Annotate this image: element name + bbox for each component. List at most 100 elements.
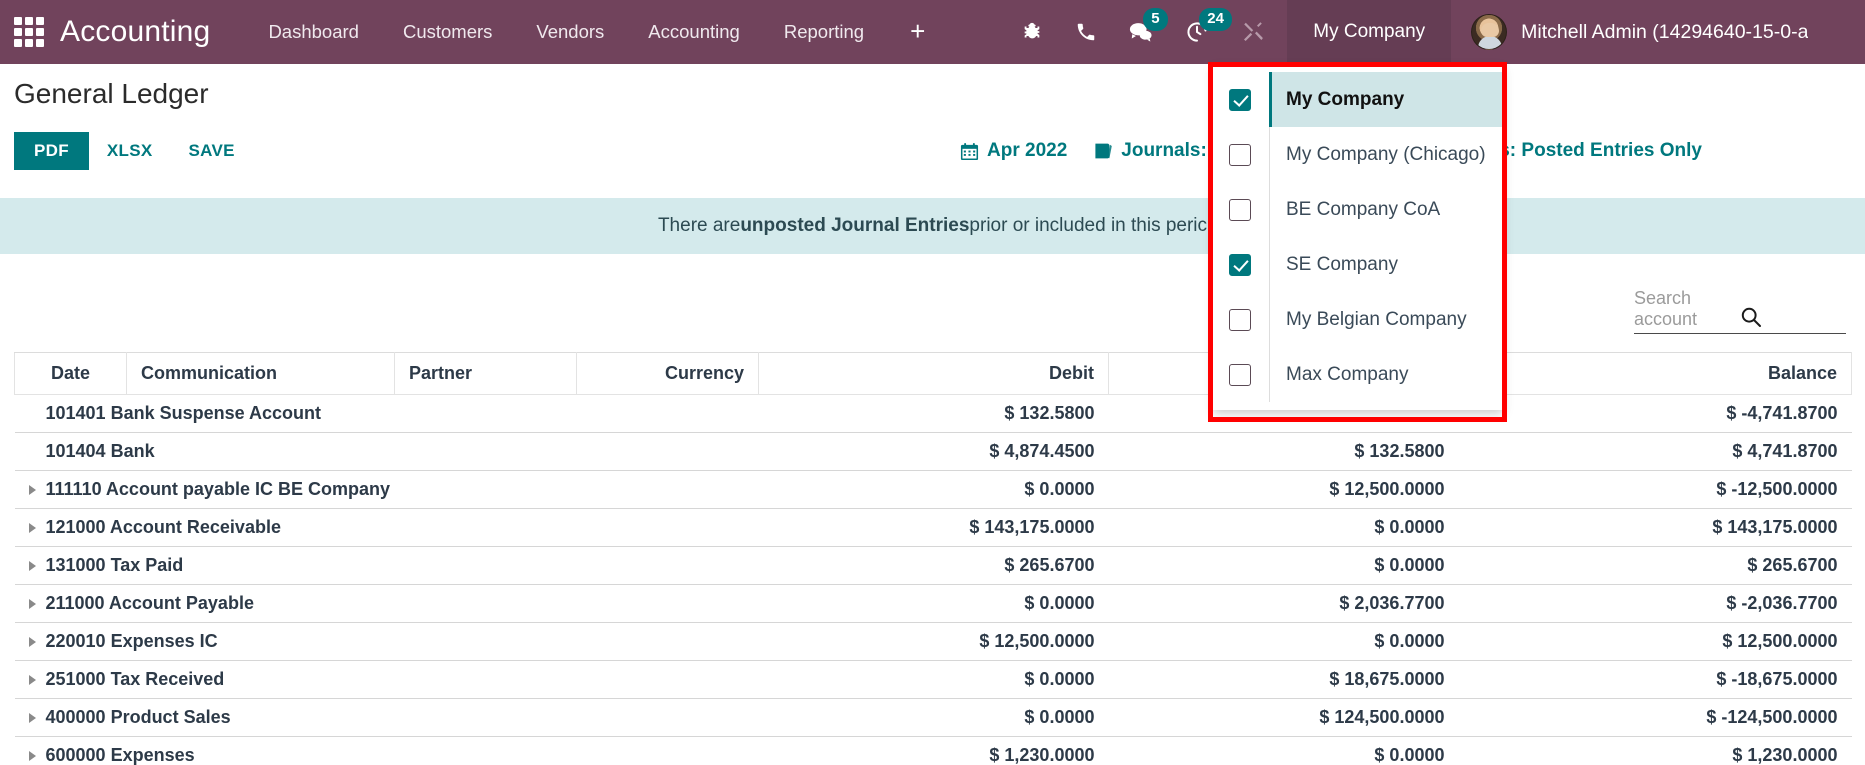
table-row[interactable]: 220010 Expenses IC $ 12,500.0000 $ 0.0000 $… (14, 622, 1852, 661)
pdf-button[interactable]: PDF (14, 132, 89, 170)
column-header-date[interactable]: Date (14, 352, 127, 395)
column-header-debit[interactable]: Debit (758, 352, 1109, 395)
table-row[interactable]: 101401 Bank Suspense Account $ 132.5800 $ … (14, 394, 1852, 433)
table-row[interactable]: 251000 Tax Received $ 0.0000 $ 18,675.0000… (14, 660, 1852, 699)
company-checkbox[interactable] (1229, 253, 1251, 276)
company-dropdown-item[interactable]: My Belgian Company (1213, 292, 1503, 347)
expand-caret-icon[interactable] (28, 712, 36, 723)
row-account-cell[interactable]: 121000 Account Receivable (14, 508, 759, 547)
company-dropdown-item[interactable]: SE Company (1213, 237, 1503, 292)
bug-icon[interactable] (1005, 0, 1059, 64)
column-header-balance[interactable]: Balance (1458, 352, 1852, 395)
banner-prefix: There are (657, 215, 741, 236)
row-credit-cell: $ 2,036.7700 (1108, 584, 1459, 623)
row-debit-cell: $ 12,500.0000 (758, 622, 1109, 661)
row-account-cell[interactable]: 111110 Account payable IC BE Company (14, 470, 759, 509)
row-debit-cell: $ 4,874.4500 (758, 432, 1109, 471)
search-account-box[interactable]: Search account (1634, 288, 1846, 334)
expand-caret-icon[interactable] (28, 522, 36, 533)
user-menu[interactable]: Mitchell Admin (14294640-15-0-a (1451, 0, 1808, 64)
table-row[interactable]: 111110 Account payable IC BE Company $ 0.… (14, 470, 1852, 509)
messages-badge: 5 (1143, 8, 1168, 31)
row-account-cell[interactable]: 400000 Product Sales (14, 698, 759, 737)
company-dropdown-item[interactable]: Max Company (1213, 347, 1503, 402)
company-checkbox[interactable] (1229, 308, 1251, 331)
nav-item-accounting[interactable]: Accounting (626, 0, 762, 64)
app-brand-title[interactable]: Accounting (60, 15, 210, 49)
expand-caret-icon[interactable] (28, 560, 36, 571)
row-account-cell[interactable]: 131000 Tax Paid (14, 546, 759, 585)
date-filter[interactable]: Apr 2022 (960, 140, 1067, 162)
book-icon (1093, 142, 1113, 160)
company-dropdown-item[interactable]: BE Company CoA (1213, 182, 1503, 237)
company-name-label[interactable]: My Company (Chicago) (1269, 127, 1503, 182)
row-balance-cell: $ 143,175.0000 (1458, 508, 1852, 547)
table-row[interactable]: 400000 Product Sales $ 0.0000 $ 124,500.00… (14, 698, 1852, 737)
row-debit-cell: $ 0.0000 (758, 698, 1109, 737)
row-credit-cell: $ 0.0000 (1108, 736, 1459, 765)
page-title: General Ledger (14, 78, 209, 109)
row-credit-cell: $ 0.0000 (1108, 546, 1459, 585)
row-credit-cell: $ 18,675.0000 (1108, 660, 1459, 699)
expand-caret-icon[interactable] (28, 674, 36, 685)
search-input[interactable]: Search account (1634, 288, 1740, 330)
company-name-label[interactable]: Max Company (1269, 347, 1503, 402)
company-dropdown-item[interactable]: My Company (Chicago) (1213, 127, 1503, 182)
phone-icon[interactable] (1059, 0, 1113, 64)
save-button[interactable]: SAVE (171, 132, 253, 170)
row-account-cell[interactable]: 101404 Bank (14, 432, 759, 471)
column-header-partner[interactable]: Partner (394, 352, 577, 395)
banner-suffix: prior or included in this peric (969, 215, 1208, 236)
row-balance-cell: $ -4,741.8700 (1458, 394, 1852, 433)
column-header-communication[interactable]: Communication (126, 352, 395, 395)
row-account-cell[interactable]: 600000 Expenses (14, 736, 759, 765)
table-row[interactable]: 211000 Account Payable $ 0.0000 $ 2,036.77… (14, 584, 1852, 623)
row-debit-cell: $ 132.5800 (758, 394, 1109, 433)
table-row[interactable]: 600000 Expenses $ 1,230.0000 $ 0.0000 $ 1,2… (14, 736, 1852, 765)
row-account-cell[interactable]: 220010 Expenses IC (14, 622, 759, 661)
row-balance-cell: $ -124,500.0000 (1458, 698, 1852, 737)
messages-icon[interactable]: 5 (1113, 0, 1169, 64)
company-name-label[interactable]: BE Company CoA (1269, 182, 1503, 237)
nav-item-customers[interactable]: Customers (381, 0, 514, 64)
search-icon[interactable] (1740, 306, 1846, 330)
company-checkbox[interactable] (1229, 198, 1251, 221)
expand-caret-icon[interactable] (28, 598, 36, 609)
company-name-label[interactable]: SE Company (1269, 237, 1503, 292)
company-switcher-dropdown[interactable]: My Company My Company (Chicago) BE Company… (1213, 66, 1503, 410)
journals-filter[interactable]: Journals: (1093, 140, 1207, 162)
column-header-currency[interactable]: Currency (576, 352, 759, 395)
account-label: 400000 Product Sales (45, 707, 231, 727)
company-checkbox[interactable] (1229, 88, 1251, 111)
row-account-cell[interactable]: 101401 Bank Suspense Account (14, 394, 759, 433)
apps-grid-icon[interactable] (14, 17, 44, 47)
company-name-label[interactable]: My Company (1269, 72, 1503, 127)
add-new-button[interactable]: + (886, 0, 949, 64)
company-name-label[interactable]: My Belgian Company (1269, 292, 1503, 347)
company-checkbox[interactable] (1229, 363, 1251, 386)
table-row[interactable]: 121000 Account Receivable $ 143,175.0000 $… (14, 508, 1852, 547)
table-row[interactable]: 131000 Tax Paid $ 265.6700 $ 0.0000 $ 265.6… (14, 546, 1852, 585)
expand-caret-icon[interactable] (28, 636, 36, 647)
row-account-cell[interactable]: 211000 Account Payable (14, 584, 759, 623)
banner-highlight[interactable]: unposted Journal Entries (740, 215, 969, 237)
xlsx-button[interactable]: XLSX (89, 132, 171, 170)
nav-item-vendors[interactable]: Vendors (514, 0, 626, 64)
row-debit-cell: $ 0.0000 (758, 660, 1109, 699)
expand-caret-icon[interactable] (28, 750, 36, 761)
nav-item-reporting[interactable]: Reporting (762, 0, 886, 64)
account-label: 220010 Expenses IC (45, 631, 218, 651)
row-credit-cell: $ 0.0000 (1108, 622, 1459, 661)
row-debit-cell: $ 1,230.0000 (758, 736, 1109, 765)
row-credit-cell: $ 124,500.0000 (1108, 698, 1459, 737)
nav-item-dashboard[interactable]: Dashboard (246, 0, 381, 64)
company-switcher-button[interactable]: My Company (1287, 0, 1452, 64)
company-checkbox[interactable] (1229, 143, 1251, 166)
activities-clock-icon[interactable]: 24 (1169, 0, 1232, 64)
table-row[interactable]: 101404 Bank $ 4,874.4500 $ 132.5800 $ 4,741… (14, 432, 1852, 471)
developer-tools-icon[interactable] (1225, 0, 1281, 64)
expand-caret-icon[interactable] (28, 484, 36, 495)
account-label: 251000 Tax Received (45, 669, 225, 689)
row-account-cell[interactable]: 251000 Tax Received (14, 660, 759, 699)
company-dropdown-item[interactable]: My Company (1213, 72, 1503, 127)
